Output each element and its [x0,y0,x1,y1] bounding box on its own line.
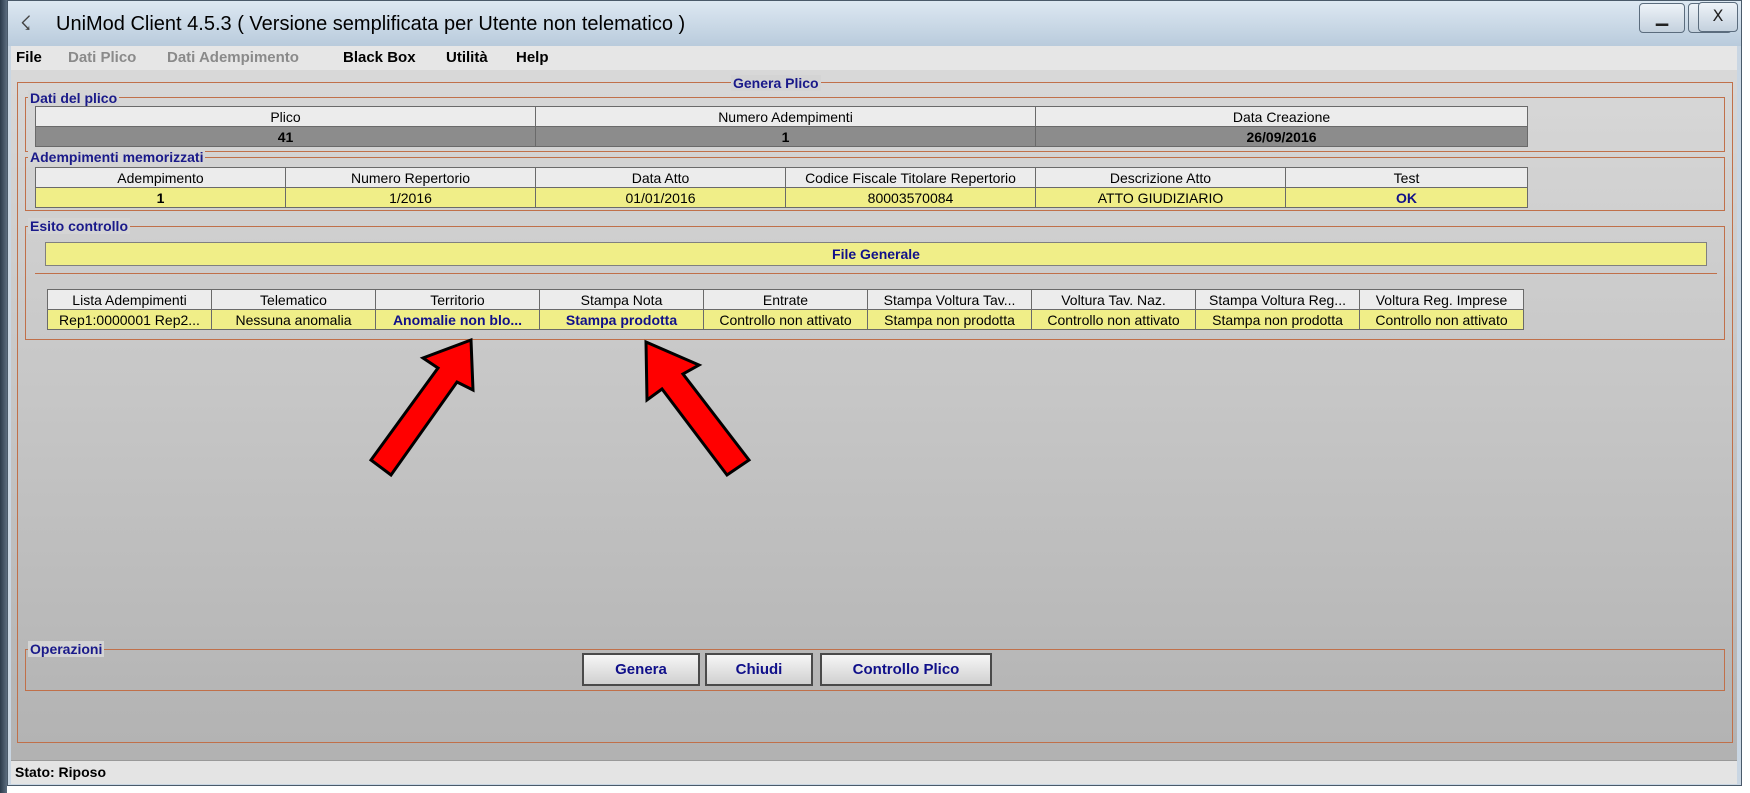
table-cell: 1 [35,187,286,208]
table-cell: Nessuna anomalia [211,309,376,330]
table-row[interactable]: Rep1:0000001 Rep2... Nessuna anomalia An… [47,309,1524,330]
table-cell: Rep1:0000001 Rep2... [47,309,212,330]
adempimenti-group-title: Adempimenti memorizzati [28,149,206,165]
menu-help[interactable]: Help [516,49,549,66]
table-header-row: Adempimento Numero Repertorio Data Atto … [35,167,1528,188]
table-cell: Stampa prodotta [539,309,704,330]
minimize-icon[interactable]: ▁ [1639,3,1685,33]
column-header: Stampa Nota [539,289,704,310]
table-cell: 1 [535,126,1036,147]
column-header: Adempimento [35,167,286,188]
table-cell: 1/2016 [285,187,536,208]
column-header: Lista Adempimenti [47,289,212,310]
column-header: Numero Adempimenti [535,106,1036,127]
table-cell: 80003570084 [785,187,1036,208]
esito-table: Lista Adempimenti Telematico Territorio … [47,289,1524,330]
table-row[interactable]: 41 1 26/09/2016 [35,126,1528,147]
column-header: Territorio [375,289,540,310]
title-bar: ☇ UniMod Client 4.5.3 ( Versione semplif… [8,1,1741,46]
column-header: Test [1285,167,1528,188]
adempimenti-table: Adempimento Numero Repertorio Data Atto … [35,167,1528,208]
table-cell: Controllo non attivato [1359,309,1524,330]
table-cell: Stampa non prodotta [1195,309,1360,330]
table-cell: ATTO GIUDIZIARIO [1035,187,1286,208]
table-cell: Controllo non attivato [703,309,868,330]
red-arrow-icon [644,339,752,478]
menu-dati-adempimento[interactable]: Dati Adempimento [167,49,299,66]
operazioni-group-title: Operazioni [28,641,105,657]
table-cell: OK [1285,187,1528,208]
column-header: Plico [35,106,536,127]
close-icon[interactable]: X [1698,2,1738,32]
controllo-plico-button[interactable]: Controllo Plico [820,653,992,686]
esito-group-title: Esito controllo [28,218,130,234]
red-arrow-icon [368,337,475,478]
app-icon: ☇ [20,11,32,35]
menu-file[interactable]: File [16,49,42,66]
column-header: Data Creazione [1035,106,1528,127]
column-header: Voltura Tav. Naz. [1031,289,1196,310]
app-window: ☇ UniMod Client 4.5.3 ( Versione semplif… [7,0,1742,786]
column-header: Data Atto [535,167,786,188]
menu-black-box[interactable]: Black Box [343,49,416,66]
column-header: Telematico [211,289,376,310]
table-header-row: Lista Adempimenti Telematico Territorio … [47,289,1524,310]
group-title: Genera Plico [731,75,821,91]
table-cell: Stampa non prodotta [867,309,1032,330]
table-cell: Controllo non attivato [1031,309,1196,330]
chiudi-button[interactable]: Chiudi [705,653,813,686]
annotation-arrows [368,337,752,478]
table-cell: 41 [35,126,536,147]
file-generale-bar[interactable]: File Generale [45,242,1707,266]
plico-table: Plico Numero Adempimenti Data Creazione … [35,106,1528,147]
table-header-row: Plico Numero Adempimenti Data Creazione [35,106,1528,127]
window-title: UniMod Client 4.5.3 ( Versione semplific… [56,13,686,35]
menu-utilita[interactable]: Utilità [446,49,488,66]
column-header: Stampa Voltura Reg... [1195,289,1360,310]
table-cell: 01/01/2016 [535,187,786,208]
plico-group-title: Dati del plico [28,90,120,106]
column-header: Codice Fiscale Titolare Repertorio [785,167,1036,188]
divider [35,273,1717,274]
genera-button[interactable]: Genera [582,653,700,686]
table-row[interactable]: 1 1/2016 01/01/2016 80003570084 ATTO GIU… [35,187,1528,208]
table-cell: 26/09/2016 [1035,126,1528,147]
status-bar: Stato: Riposo [11,760,1737,784]
main-panel: Genera Plico Dati del plico Plico Numero… [11,70,1737,760]
desktop-edge [0,0,7,793]
column-header: Numero Repertorio [285,167,536,188]
column-header: Stampa Voltura Tav... [867,289,1032,310]
column-header: Descrizione Atto [1035,167,1286,188]
menu-dati-plico[interactable]: Dati Plico [68,49,136,66]
menu-bar: File Dati Plico Dati Adempimento Black B… [11,46,1737,70]
table-cell: Anomalie non blo... [375,309,540,330]
column-header: Entrate [703,289,868,310]
column-header: Voltura Reg. Imprese [1359,289,1524,310]
